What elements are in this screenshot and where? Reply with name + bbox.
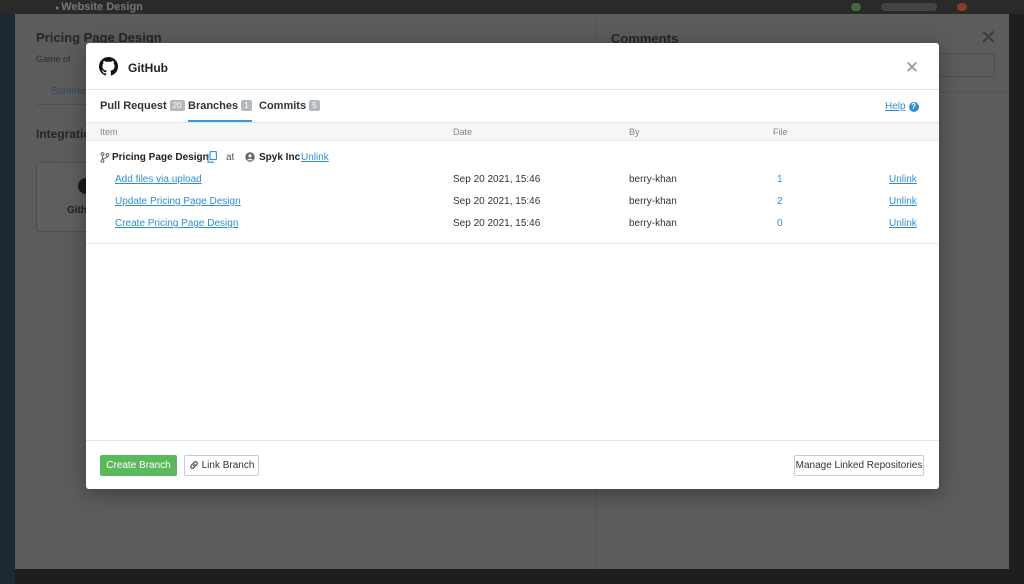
help-link[interactable]: Help? — [885, 101, 919, 112]
status-indicator — [851, 3, 861, 11]
unlink-commit-link[interactable]: Unlink — [889, 174, 917, 185]
integrations-heading: Integratio — [36, 127, 91, 141]
column-header-date: Date — [453, 127, 473, 137]
column-header-file: File — [773, 127, 788, 137]
link-branch-label: Link Branch — [201, 460, 255, 471]
commit-author: berry-khan — [629, 196, 677, 207]
modal-header: GitHub ✕ — [86, 43, 939, 90]
link-icon — [189, 461, 198, 469]
progress-indicator — [881, 3, 937, 11]
table-header: Item Date By File — [86, 122, 939, 141]
github-modal: GitHub ✕ Pull Request 20 Branches 1 Commit… — [86, 43, 939, 489]
manage-linked-repositories-button[interactable]: Manage Linked Repositories — [794, 455, 924, 476]
commit-author: berry-khan — [629, 218, 677, 229]
branch-name: Pricing Page Design — [112, 152, 209, 163]
tab-label: Pull Request — [100, 100, 167, 112]
close-icon[interactable]: ✕ — [902, 59, 922, 79]
commit-date: Sep 20 2021, 15:46 — [453, 196, 541, 207]
unlink-commit-link[interactable]: Unlink — [889, 196, 917, 207]
tab-summary[interactable]: Summa — [51, 86, 85, 97]
commit-file-count[interactable]: 2 — [777, 196, 783, 207]
commit-date: Sep 20 2021, 15:46 — [453, 218, 541, 229]
commit-file-count[interactable]: 0 — [777, 218, 783, 229]
tab-commits[interactable]: Commits 5 — [259, 100, 320, 122]
commit-link[interactable]: Add files via upload — [115, 174, 202, 185]
commit-link[interactable]: Create Pricing Page Design — [115, 218, 238, 229]
table-row: Create Pricing Page Design Sep 20 2021, … — [86, 215, 939, 235]
modal-tabs: Pull Request 20 Branches 1 Commits 5 — [86, 90, 939, 122]
app-breadcrumb[interactable]: Website Design — [55, 1, 143, 13]
avatar[interactable] — [957, 3, 967, 11]
unlink-commit-link[interactable]: Unlink — [889, 218, 917, 229]
modal-footer: Create Branch Link Branch Manage Linked … — [86, 440, 939, 489]
count-badge: 5 — [309, 100, 320, 111]
list-divider — [86, 243, 939, 244]
close-icon[interactable]: ✕ — [980, 28, 997, 48]
organization-name: Spyk Inc — [259, 152, 301, 163]
commit-file-count[interactable]: 1 — [777, 174, 783, 185]
help-icon: ? — [908, 102, 919, 112]
tab-branches[interactable]: Branches 1 — [188, 100, 252, 122]
commit-link[interactable]: Update Pricing Page Design — [115, 196, 241, 207]
copy-icon[interactable] — [207, 151, 217, 163]
table-row: Update Pricing Page Design Sep 20 2021, … — [86, 193, 939, 213]
commit-author: berry-khan — [629, 174, 677, 185]
modal-title: GitHub — [128, 61, 168, 75]
count-badge: 20 — [169, 100, 185, 111]
create-branch-button[interactable]: Create Branch — [100, 455, 177, 476]
tab-label: Commits — [259, 100, 307, 112]
table-row: Add files via upload Sep 20 2021, 15:46 … — [86, 171, 939, 191]
column-header-item: Item — [100, 127, 118, 137]
commit-date: Sep 20 2021, 15:46 — [453, 174, 541, 185]
at-label: at — [226, 152, 235, 163]
app-left-rail — [0, 14, 15, 584]
github-icon — [99, 57, 118, 76]
count-badge: 1 — [241, 100, 252, 111]
unlink-branch-link[interactable]: Unlink — [301, 152, 329, 163]
help-label: Help — [885, 101, 906, 112]
column-header-by: By — [629, 127, 640, 137]
task-project: Game of — [36, 54, 71, 64]
tab-pull-request[interactable]: Pull Request 20 — [100, 100, 185, 122]
tab-label: Branches — [188, 100, 239, 112]
integration-card-label: Gith — [67, 205, 87, 216]
branch-icon — [100, 152, 110, 163]
user-icon — [245, 152, 255, 162]
link-branch-button[interactable]: Link Branch — [184, 455, 259, 476]
app-topbar: Website Design — [0, 0, 1024, 14]
